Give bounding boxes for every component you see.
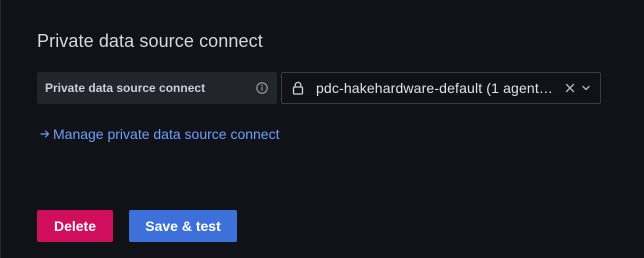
clear-icon[interactable] — [564, 82, 576, 94]
manage-pdc-link-label: Manage private data source connect — [53, 126, 280, 142]
pdc-select[interactable]: pdc-hakehardware-default (1 agent(s)) — [281, 72, 601, 104]
save-and-test-button[interactable]: Save & test — [129, 210, 237, 242]
pdc-field-label: Private data source connect — [37, 72, 277, 104]
delete-button[interactable]: Delete — [37, 210, 113, 242]
panel-divider — [0, 0, 1, 258]
lock-icon — [291, 81, 305, 95]
info-circle-icon[interactable] — [255, 81, 269, 95]
pdc-field-label-text: Private data source connect — [45, 81, 206, 95]
arrow-right-icon — [40, 129, 51, 140]
pdc-select-value: pdc-hakehardware-default (1 agent(s)) — [316, 80, 556, 96]
section-title: Private data source connect — [37, 31, 263, 51]
manage-pdc-link[interactable]: Manage private data source connect — [40, 126, 279, 142]
chevron-down-icon[interactable] — [580, 82, 592, 94]
